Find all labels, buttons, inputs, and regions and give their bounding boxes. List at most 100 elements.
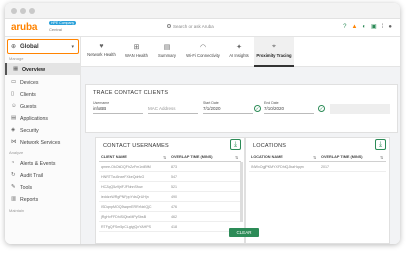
overview-icon: ▦ [13, 66, 19, 72]
sidebar-item-clients[interactable]: ▯ Clients [5, 88, 80, 100]
section-analyze: Analyze [9, 150, 24, 155]
overlap-time-cell: 490 [171, 195, 177, 199]
app-window: aruba HPE Company Central Search or ask … [5, 3, 400, 244]
contact-usernames-panel: CONTACT USERNAMES ⤓ CLIENT NAME ⇅ OVERLA… [95, 137, 245, 244]
mac-address-field[interactable]: MAC Address [148, 106, 176, 111]
client-name-cell: HCZqQ5z9jrlFJFNnnSfow [101, 185, 143, 189]
sidebar-item-security[interactable]: ◈ Security [5, 124, 80, 136]
window-titlebar [5, 3, 400, 19]
client-name-cell: RTFgQFSm5pCLgtyjQxYAHPS [101, 225, 151, 229]
username-field[interactable]: infoBB [93, 106, 106, 111]
username-label: Username [93, 101, 110, 105]
main-content: TRACE CONTACT CLIENTS Username infoBB MA… [81, 67, 400, 244]
tab-label: Proximity Tracing [256, 53, 292, 58]
search-icon [167, 24, 171, 28]
devices-icon: ▭ [11, 79, 17, 85]
table-row[interactable]: qmee-OkOkDQFhZzFm1rdBfM 873 [99, 162, 241, 172]
tab-wifi-connectivity[interactable]: ◠ Wi-Fi Connectivity [182, 37, 224, 67]
sidebar-item-audit-trail[interactable]: ↻ Audit Trail [5, 169, 80, 181]
sidebar-item-applications[interactable]: ▤ Applications [5, 112, 80, 124]
sort-icon[interactable]: ⇅ [313, 155, 316, 160]
sidebar-item-label: Alerts & Events [20, 160, 56, 167]
trace-contact-card: TRACE CONTACT CLIENTS Username infoBB MA… [85, 84, 398, 133]
table-row[interactable]: RTFgQFSm5pCLgtyjQxYAHPS 418 [99, 222, 241, 232]
cart-icon[interactable]: ▣ [371, 24, 377, 30]
audit-trail-icon: ↻ [11, 172, 16, 178]
overlap-time-cell: 462 [171, 215, 177, 219]
extra-filter-field[interactable] [330, 104, 390, 114]
grid-icon[interactable]: ⁞ [382, 24, 384, 30]
column-location-name[interactable]: LOCATION NAME [251, 155, 283, 159]
search-box[interactable]: Search or ask Aruba [167, 24, 214, 29]
tab-network-health[interactable]: ♥ Network Health [84, 37, 119, 67]
sidebar-item-reports[interactable]: ▥ Reports [5, 193, 80, 205]
tab-proximity-tracing[interactable]: ⌖ Proximity Tracing [254, 37, 294, 67]
sidebar: ⊕ Global ▾ Manage ▦ Overview ▭ Devices ▯… [5, 37, 81, 244]
table-row[interactable]: HCZqQ5z9jrlFJFNnnSfow 521 [99, 182, 241, 192]
contacts-title: CONTACT USERNAMES [103, 143, 169, 149]
column-client-name[interactable]: CLIENT NAME [101, 155, 127, 159]
locations-panel: LOCATIONS ⤓ LOCATION NAME ⇅ OVERLAP TIME… [245, 137, 390, 244]
client-name-cell: ISDqnpMOQ5wqmERRrNxIQjC [101, 205, 152, 209]
tab-label: Network Health [87, 52, 116, 57]
tab-wan-health[interactable]: ⊞ WAN Health [121, 37, 152, 67]
window-maximize-dot[interactable] [29, 8, 35, 14]
table-row[interactable]: INWxOgjPKMYXFDhlQJbaHqqm 2017 [249, 162, 386, 172]
tab-ai-insights[interactable]: ✦ AI Insights [226, 37, 252, 67]
window-close-dot[interactable] [11, 8, 17, 14]
sidebar-item-alerts-events[interactable]: ◔ Alerts & Events [5, 157, 80, 169]
window-minimize-dot[interactable] [20, 8, 26, 14]
clients-icon: ▯ [11, 91, 15, 97]
sidebar-item-guests[interactable]: ☺ Guests [5, 100, 80, 112]
start-date-check-icon[interactable]: ✓ [254, 105, 261, 112]
ai-insights-icon: ✦ [236, 44, 242, 51]
bell-icon[interactable]: ▲ [351, 24, 357, 30]
sort-icon[interactable]: ⇅ [163, 155, 166, 160]
start-date-field[interactable]: 7/1/2020 [203, 106, 221, 111]
aruba-logo[interactable]: aruba [11, 22, 37, 33]
context-selector[interactable]: ⊕ Global ▾ [7, 39, 79, 54]
contacts-scrollbar[interactable] [240, 162, 243, 222]
applications-icon: ▤ [11, 115, 17, 121]
overlap-time-cell: 521 [171, 185, 177, 189]
sidebar-item-tools[interactable]: ✎ Tools [5, 181, 80, 193]
help-icon[interactable]: ? [343, 24, 346, 30]
user-icon[interactable]: ● [388, 24, 392, 30]
overlap-time-cell: 476 [171, 205, 177, 209]
sidebar-item-label: Guests [20, 103, 37, 110]
table-row[interactable]: jRgHvFFDhiSiQbzMPySbsB 462 [99, 212, 241, 222]
contacts-table-header: CLIENT NAME ⇅ OVERLAP TIME (MINS) ⇅ [99, 153, 241, 162]
summary-icon: ▤ [163, 44, 171, 51]
table-row[interactable]: ISDqnpMOQ5wqmERRrNxIQjC 476 [99, 202, 241, 212]
table-row[interactable]: ieddzxWRgPNFppYdsQrUHjn 490 [99, 192, 241, 202]
download-icon[interactable]: ⤓ [375, 139, 386, 150]
client-name-cell: jRgHvFFDhiSiQbzMPySbsB [101, 215, 147, 219]
sort-icon[interactable]: ⇅ [380, 155, 383, 160]
sort-icon[interactable]: ⇅ [235, 155, 238, 160]
start-date-label: Start Date [203, 101, 219, 105]
sidebar-item-network-services[interactable]: ⋈ Network Services [5, 136, 80, 148]
end-date-check-icon[interactable]: ✓ [318, 105, 325, 112]
support-icon[interactable]: ◐ [362, 24, 366, 30]
section-maintain: Maintain [9, 208, 25, 213]
download-icon[interactable]: ⤓ [230, 139, 241, 150]
overlap-time-cell: 873 [171, 165, 177, 169]
column-overlap-time[interactable]: OVERLAP TIME (MINS) [171, 155, 213, 159]
sidebar-item-devices[interactable]: ▭ Devices [5, 76, 80, 88]
guests-icon: ☺ [11, 103, 17, 109]
end-date-underline [264, 113, 314, 114]
table-row[interactable]: HNRTTcu5nxeFXkeQdrfcG 547 [99, 172, 241, 182]
network-services-icon: ⋈ [11, 139, 17, 145]
tools-icon: ✎ [11, 184, 16, 190]
context-label: Global [20, 44, 39, 50]
header-icons: ? ▲ ◐ ▣ ⁞ ● [343, 24, 392, 30]
column-overlap-time[interactable]: OVERLAP TIME (MINS) [321, 155, 363, 159]
tab-summary[interactable]: ▤ Summary [154, 37, 180, 67]
sidebar-item-label: Network Services [20, 139, 61, 146]
end-date-field[interactable]: 7/10/2020 [264, 106, 284, 111]
location-name-cell: INWxOgjPKMYXFDhlQJbaHqqm [251, 165, 304, 169]
chevron-down-icon: ▾ [71, 44, 74, 50]
clear-button[interactable]: CLEAR [229, 228, 259, 237]
sidebar-item-overview[interactable]: ▦ Overview [5, 63, 80, 75]
mac-underline [148, 113, 198, 114]
